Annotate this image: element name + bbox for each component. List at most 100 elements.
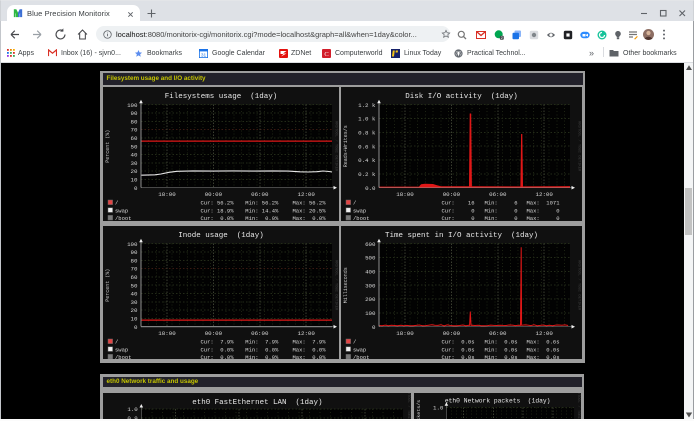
svg-text:Cur: 18.9%: Cur: 18.9% xyxy=(201,207,235,214)
svg-text:RRDTOOL / TOBI OETIKER: RRDTOOL / TOBI OETIKER xyxy=(334,260,339,311)
svg-text:0.2 k: 0.2 k xyxy=(358,171,376,178)
svg-text:Percent (%): Percent (%) xyxy=(105,129,111,162)
svg-text:Min: 0.0%: Min: 0.0% xyxy=(245,354,279,359)
svg-text:swap: swap xyxy=(115,207,128,214)
svg-text:Max: 56.2%: Max: 56.2% xyxy=(293,199,327,206)
svg-text:00:00: 00:00 xyxy=(443,330,461,337)
svg-text:40: 40 xyxy=(131,151,138,158)
svg-text:100: 100 xyxy=(127,102,138,109)
svg-text:/: / xyxy=(115,199,118,206)
svg-text:Cur: 0.0s: Cur: 0.0s xyxy=(442,339,475,346)
svg-text:50: 50 xyxy=(131,283,138,290)
svg-text:18:00: 18:00 xyxy=(158,191,176,198)
svg-text:1.2 k: 1.2 k xyxy=(358,102,376,109)
svg-text:Filesystems usage (1day): Filesystems usage (1day) xyxy=(165,93,278,101)
svg-text:/: / xyxy=(353,339,356,346)
svg-text:Cur: 0.0s: Cur: 0.0s xyxy=(442,354,475,359)
svg-text:Max: 0.0%: Max: 0.0% xyxy=(293,347,327,354)
svg-text:30: 30 xyxy=(131,160,138,167)
svg-text:/: / xyxy=(353,199,356,206)
svg-text:Cur: 7.9%: Cur: 7.9% xyxy=(201,339,235,346)
svg-text:Min: 0.0s: Min: 0.0s xyxy=(485,339,518,346)
svg-text:Inode usage (1day): Inode usage (1day) xyxy=(178,232,264,240)
svg-text:Disk I/O activity (1day): Disk I/O activity (1day) xyxy=(405,93,518,101)
svg-text:90: 90 xyxy=(131,110,138,117)
svg-text:Min: 0.0s: Min: 0.0s xyxy=(485,347,518,354)
svg-text:Min: 7.9%: Min: 7.9% xyxy=(245,339,279,346)
svg-text:1.0 k: 1.0 k xyxy=(358,115,376,122)
svg-text:0.4 k: 0.4 k xyxy=(358,157,376,164)
svg-text:Max: 0.0s: Max: 0.0s xyxy=(527,347,560,354)
svg-text:70: 70 xyxy=(131,126,138,133)
svg-text:Cur: 0.0%: Cur: 0.0% xyxy=(201,215,235,221)
svg-text:50: 50 xyxy=(131,143,138,150)
svg-text:40: 40 xyxy=(131,291,138,298)
svg-text:/boot: /boot xyxy=(353,215,370,221)
svg-text:100: 100 xyxy=(365,310,376,317)
svg-text:00:00: 00:00 xyxy=(205,330,223,337)
svg-text:Cur: 16: Cur: 16 xyxy=(442,199,475,206)
svg-text:0.6 k: 0.6 k xyxy=(358,143,376,150)
svg-text:Min: 0.0%: Min: 0.0% xyxy=(245,215,279,221)
svg-text:0: 0 xyxy=(372,324,376,331)
svg-text:80: 80 xyxy=(131,258,138,265)
svg-text:0: 0 xyxy=(134,324,138,331)
svg-text:Time spent in I/O activity (1: Time spent in I/O activity (1day) xyxy=(385,232,538,240)
svg-text:Min: 0: Min: 0 xyxy=(485,207,518,214)
svg-text:500: 500 xyxy=(365,255,376,262)
svg-text:Min: 6: Min: 6 xyxy=(485,199,518,206)
svg-text:Min: 0.0%: Min: 0.0% xyxy=(245,347,279,354)
svg-text:70: 70 xyxy=(131,266,138,273)
svg-text:Cur: 56.2%: Cur: 56.2% xyxy=(201,199,235,206)
svg-text:swap: swap xyxy=(353,207,366,214)
svg-text:Max: 0.6s: Max: 0.6s xyxy=(527,339,560,346)
svg-text:0.0: 0.0 xyxy=(365,185,376,192)
svg-text:Max: 0.0%: Max: 0.0% xyxy=(293,354,327,359)
svg-text:Max: 0: Max: 0 xyxy=(527,207,560,214)
svg-text:/boot: /boot xyxy=(115,215,132,221)
svg-text:Min: 56.2%: Min: 56.2% xyxy=(245,199,279,206)
svg-text:18:00: 18:00 xyxy=(158,330,176,337)
svg-text:Cur: 0: Cur: 0 xyxy=(442,207,475,214)
svg-text:2: 2 xyxy=(501,36,503,40)
svg-text:00:00: 00:00 xyxy=(443,191,461,198)
svg-text:/boot: /boot xyxy=(115,354,132,359)
svg-text:Cur: 0: Cur: 0 xyxy=(442,215,475,221)
svg-text:00:00: 00:00 xyxy=(205,191,223,198)
svg-text:12:00: 12:00 xyxy=(535,191,553,198)
svg-text:400: 400 xyxy=(365,269,376,276)
svg-text:1.0: 1.0 xyxy=(127,406,138,413)
svg-text:Min: 0.0s: Min: 0.0s xyxy=(485,354,518,359)
svg-text:0: 0 xyxy=(134,185,138,192)
svg-text:Cur: 0.0%: Cur: 0.0% xyxy=(201,347,235,354)
svg-text:30: 30 xyxy=(131,299,138,306)
svg-text:12:00: 12:00 xyxy=(297,330,315,337)
svg-text:Max: 0.0%: Max: 0.0% xyxy=(293,215,327,221)
svg-text:RRDTOOL / TOBI OETIKER: RRDTOOL / TOBI OETIKER xyxy=(334,121,339,172)
svg-text:06:00: 06:00 xyxy=(489,330,507,337)
svg-text:06:00: 06:00 xyxy=(489,191,507,198)
svg-text:06:00: 06:00 xyxy=(251,191,269,198)
svg-text:10: 10 xyxy=(131,176,138,183)
svg-text:Max: 1071: Max: 1071 xyxy=(527,199,561,206)
svg-text:Max: 0: Max: 0 xyxy=(527,215,560,221)
svg-text:Packets/s: Packets/s xyxy=(416,400,422,419)
svg-text:Min: 0: Min: 0 xyxy=(485,215,518,221)
svg-text:/boot: /boot xyxy=(353,354,370,359)
svg-text:C: C xyxy=(324,51,328,58)
svg-text:600: 600 xyxy=(365,241,376,248)
svg-text:12:00: 12:00 xyxy=(535,330,553,337)
svg-text:Max: 0.0s: Max: 0.0s xyxy=(527,354,560,359)
svg-text:swap: swap xyxy=(115,347,128,354)
svg-text:eth0 FastEthernet LAN (1day): eth0 FastEthernet LAN (1day) xyxy=(192,399,322,407)
svg-text:10: 10 xyxy=(131,316,138,323)
svg-text:swap: swap xyxy=(353,347,366,354)
svg-text:RRDTOOL / TOBI OETIKER: RRDTOOL / TOBI OETIKER xyxy=(575,393,580,419)
svg-text:Cur: 0.0%: Cur: 0.0% xyxy=(201,354,235,359)
svg-text:60: 60 xyxy=(131,274,138,281)
svg-text:Reads+Writes/s: Reads+Writes/s xyxy=(343,125,349,167)
svg-text:20: 20 xyxy=(131,307,138,314)
svg-text:18:00: 18:00 xyxy=(396,330,414,337)
svg-text:/: / xyxy=(115,339,118,346)
svg-text:12:00: 12:00 xyxy=(297,191,315,198)
